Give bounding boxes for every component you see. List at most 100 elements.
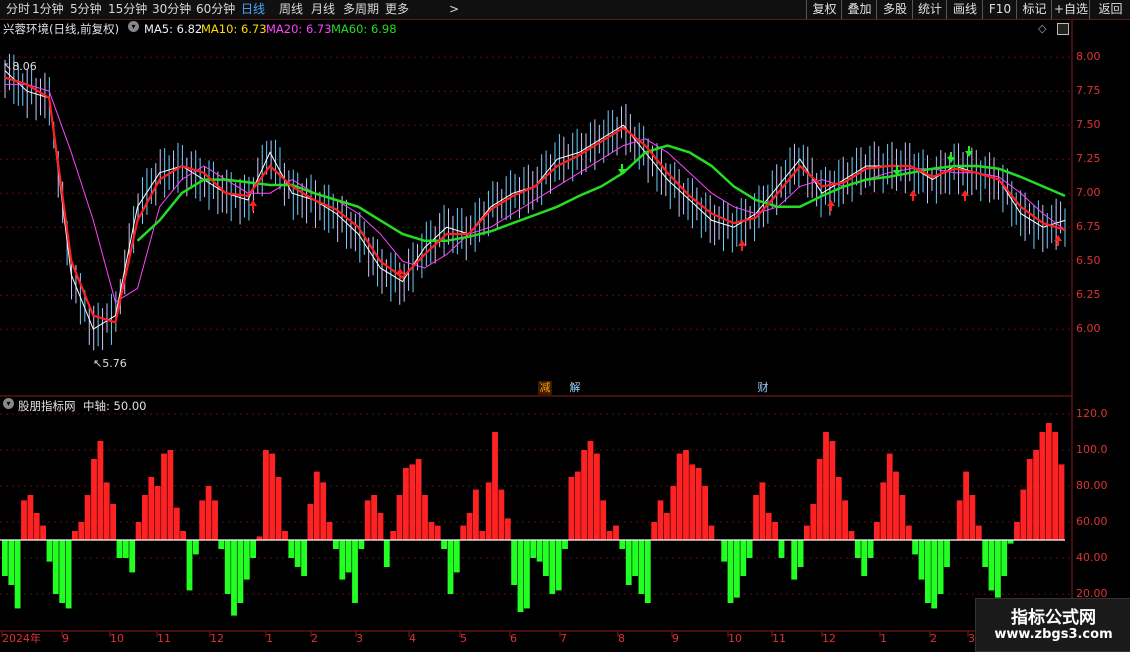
indicator-bar [345,540,352,573]
indicator-bar [65,540,72,609]
indicator-bar [982,540,989,567]
indicator-bar [804,525,810,540]
indicator-bar [377,513,384,540]
indicator-bar [167,450,174,540]
indicator-bar [2,540,8,576]
indicator-bar [282,531,288,540]
indicator-bar [1039,432,1046,540]
indicator-bar [912,540,918,555]
indicator-bar [320,482,327,540]
event-marker-reduce[interactable]: 减 [538,381,552,395]
x-tick: 5 [460,632,467,645]
indicator-bar [829,441,836,540]
event-marker-unlock[interactable]: 解 [568,381,582,395]
indicator-bar [1052,432,1059,540]
indicator-bar [823,432,829,540]
indicator-bar [1026,459,1033,540]
indicator-bar [778,540,785,558]
x-tick: 8 [618,632,625,645]
indicator-bar [568,477,575,540]
indicator-bar [116,540,123,558]
indicator-bar [59,540,66,603]
indicator-bar [447,540,454,594]
indicator-bar [867,540,874,558]
indicator-bar [810,504,817,540]
indicator-bar [21,500,27,540]
indicator-bar [925,540,931,603]
x-tick: 11 [157,632,171,645]
indicator-bar [186,540,193,591]
indicator-bar [886,453,893,540]
indicator-bar [364,500,371,540]
indicator-bar [689,464,696,540]
indicator-bar [893,471,899,540]
indicator-bar [1058,464,1065,540]
indicator-bar [135,522,142,540]
indicator-bar [148,477,155,540]
kline-chart[interactable] [0,0,1130,650]
indicator-bar [721,540,728,562]
indicator-bar [263,450,269,540]
low-price-annotation: ↖5.76 [93,357,127,370]
indicator-bar [511,540,517,585]
indicator-bar [543,540,549,576]
watermark-logo: 指标公式网 www.zbgs3.com [975,598,1130,652]
indicator-bar [243,540,250,580]
indicator-bar [307,504,314,540]
indicator-name[interactable]: 股朋指标网 [18,398,76,414]
sell-arrow-icon [618,164,626,175]
indicator-bar [205,486,212,540]
event-marker-finance[interactable]: 财 [756,381,770,395]
indicator-bar [218,540,225,549]
indicator-bar [740,540,747,576]
indicator-bar [193,540,199,555]
x-tick: 10 [728,632,742,645]
indicator-bar [772,522,778,540]
indicator-bar [40,525,46,540]
y-tick-sub: 40.00 [1076,551,1108,564]
indicator-bar [33,513,40,540]
indicator-bar [352,540,358,603]
indicator-bar [466,513,473,540]
indicator-bar [995,540,1001,598]
indicator-bar [975,525,982,540]
indicator-bar [91,459,97,540]
indicator-bar [288,540,295,558]
y-tick-main: 6.75 [1076,220,1101,234]
indicator-bar [294,540,301,567]
high-price-annotation: ↖8.06 [3,60,37,73]
indicator-bar [644,540,651,603]
buy-arrow-icon [909,190,917,201]
indicator-bar [269,453,276,540]
y-tick-main: 6.00 [1076,322,1101,336]
indicator-bar [358,540,365,549]
x-tick: 1 [266,632,273,645]
x-tick: 12 [210,632,224,645]
x-tick: 1 [880,632,887,645]
indicator-bar [676,453,683,540]
indicator-bar [816,459,823,540]
indicator-bar [52,540,59,594]
x-tick: 2 [930,632,937,645]
indicator-bar [473,489,479,540]
x-tick: 9 [672,632,679,645]
buy-arrow-icon [827,200,835,211]
x-tick: 7 [560,632,567,645]
y-tick-sub: 100.0 [1076,443,1108,456]
indicator-bar [180,531,186,540]
indicator-bar [988,540,995,591]
indicator-bar [173,507,180,540]
indicator-bar [657,500,664,540]
indicator-bar [905,525,912,540]
indicator-bar [46,540,53,562]
indicator-bar [555,540,562,591]
x-tick: 6 [510,632,517,645]
y-tick-main: 7.50 [1076,118,1101,132]
indicator-bar [638,540,645,594]
indicator-bar [339,540,346,580]
indicator-bar [931,540,938,609]
x-tick: 12 [822,632,836,645]
indicator-bar [479,531,486,540]
x-tick: 3 [968,632,975,645]
indicator-bar [154,486,161,540]
